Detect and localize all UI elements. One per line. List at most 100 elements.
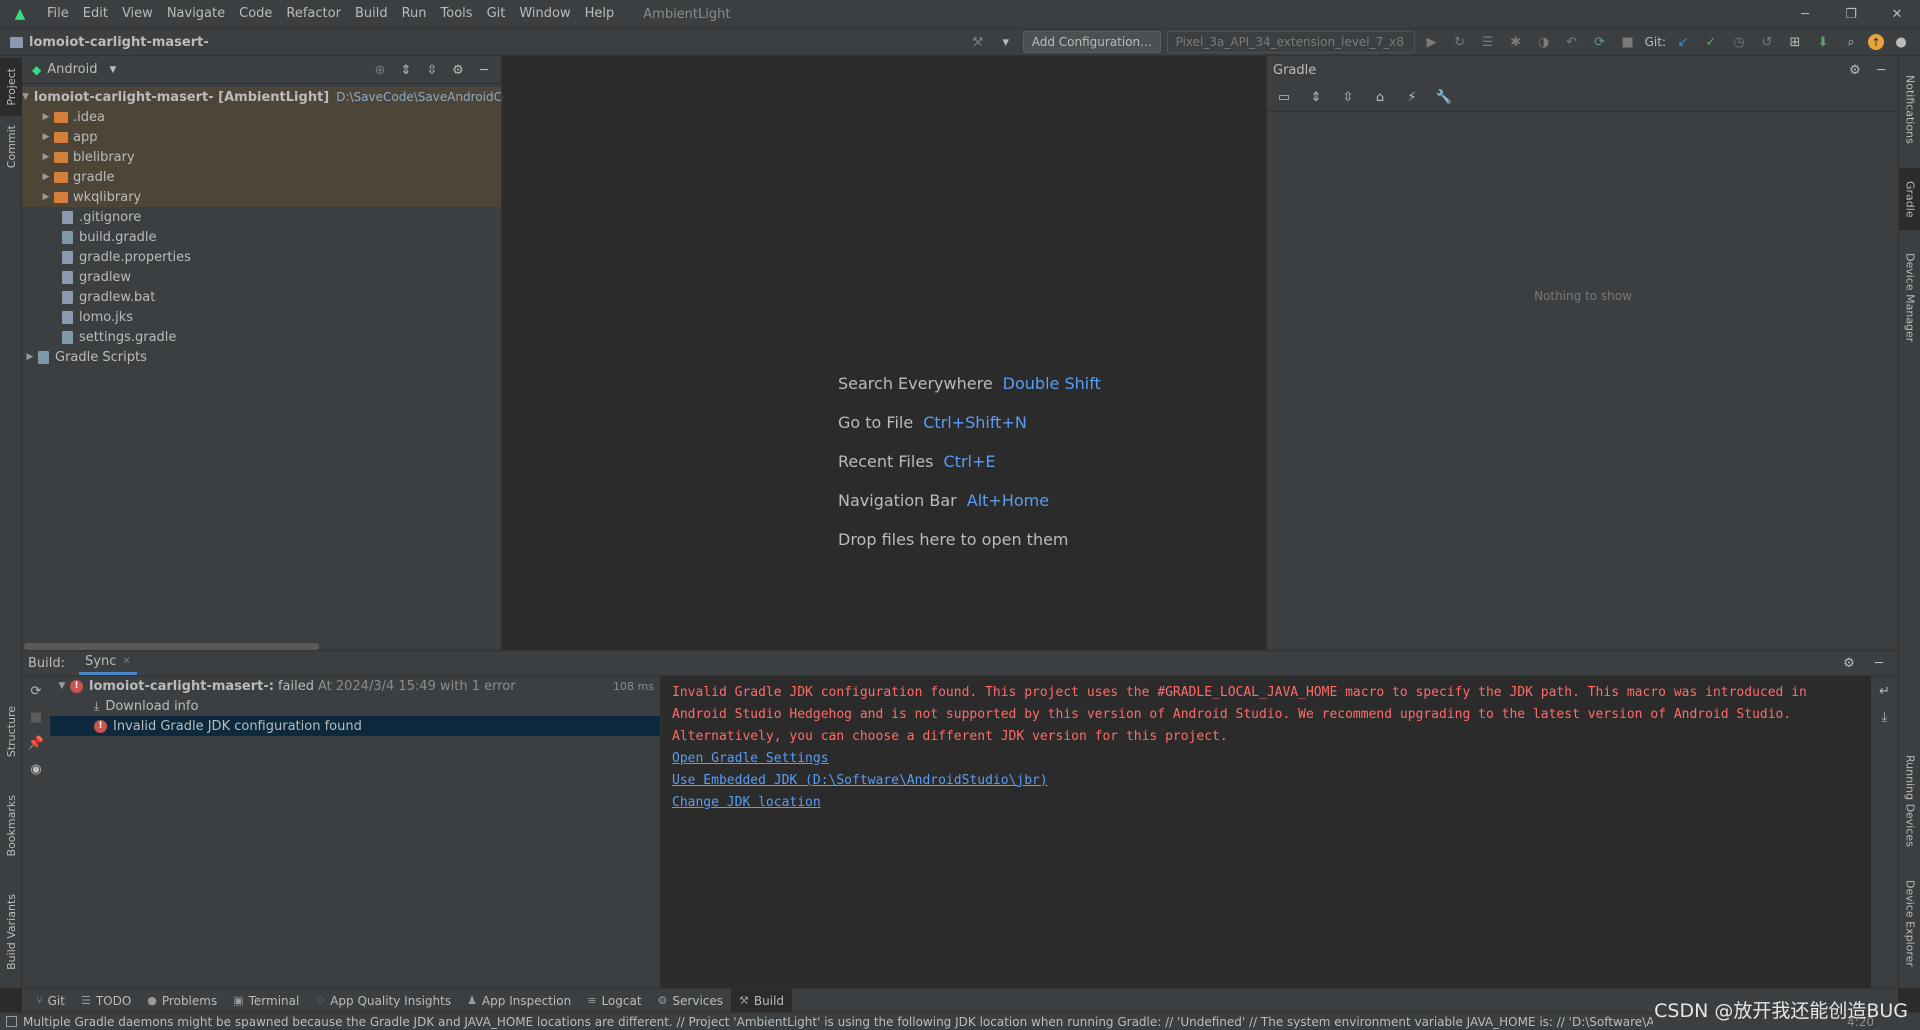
menu-tools[interactable]: Tools (434, 0, 480, 28)
offline-mode-icon[interactable]: ⚡ (1401, 87, 1423, 109)
device-manager-icon[interactable]: ⊞ (1784, 31, 1806, 53)
project-view-selector[interactable]: ◆ Android ▼ (32, 62, 116, 77)
menu-code[interactable]: Code (232, 0, 279, 28)
chevron-down-icon[interactable]: ▾ (995, 31, 1017, 53)
menu-view[interactable]: View (115, 0, 160, 28)
tab-running-devices[interactable]: Running Devices (1899, 746, 1920, 856)
tree-gradle-scripts[interactable]: ▶ Gradle Scripts (22, 347, 501, 367)
hide-icon[interactable]: ─ (1868, 652, 1890, 674)
chevron-down-icon[interactable]: ▼ (22, 92, 29, 102)
chevron-right-icon[interactable]: ▶ (22, 352, 38, 362)
account-icon[interactable]: ● (1890, 31, 1912, 53)
minimize-button[interactable]: ─ (1782, 0, 1828, 28)
tab-app-inspection[interactable]: ♟ App Inspection (459, 989, 579, 1013)
tree-file-gradlew[interactable]: gradlew (22, 267, 501, 287)
menu-refactor[interactable]: Refactor (279, 0, 348, 28)
locate-icon[interactable]: ⊕ (369, 59, 391, 81)
tree-folder-wkqlibrary[interactable]: ▶ wkqlibrary (22, 187, 501, 207)
git-rollback-icon[interactable]: ↺ (1756, 31, 1778, 53)
tab-build[interactable]: ⚒ Build (731, 988, 793, 1013)
horizontal-scrollbar[interactable] (24, 643, 319, 650)
tab-git[interactable]: ⑂ Git (28, 989, 73, 1013)
add-configuration-button[interactable]: Add Configuration... (1022, 31, 1161, 53)
attach-debugger-icon[interactable]: ↶ (1561, 31, 1583, 53)
menu-git[interactable]: Git (480, 0, 513, 28)
rerun-icon[interactable]: ↻ (1449, 31, 1471, 53)
menu-file[interactable]: File (40, 0, 76, 28)
tab-problems[interactable]: ● Problems (139, 989, 225, 1013)
hide-icon[interactable]: ─ (1870, 59, 1892, 81)
scroll-to-end-icon[interactable]: ⤓ (1875, 708, 1895, 726)
tab-structure[interactable]: Structure (0, 696, 22, 768)
tree-folder-gradle[interactable]: ▶ gradle (22, 167, 501, 187)
profile-icon[interactable]: ◑ (1533, 31, 1555, 53)
tree-file-gradle-properties[interactable]: gradle.properties (22, 247, 501, 267)
run-icon[interactable]: ▶ (1421, 31, 1443, 53)
chevron-right-icon[interactable]: ▶ (38, 152, 54, 162)
close-icon[interactable]: ✕ (122, 656, 130, 667)
tab-gradle[interactable]: Gradle (1899, 168, 1920, 230)
tab-device-explorer[interactable]: Device Explorer (1899, 868, 1920, 978)
tree-file-build-gradle[interactable]: build.gradle (22, 227, 501, 247)
stop-icon[interactable]: ■ (1617, 31, 1639, 53)
gear-icon[interactable]: ⚙ (1838, 652, 1860, 674)
tree-file-gitignore[interactable]: .gitignore (22, 207, 501, 227)
chevron-right-icon[interactable]: ▶ (38, 112, 54, 122)
tab-build-variants[interactable]: Build Variants (0, 882, 22, 982)
open-gradle-settings-link[interactable]: Open Gradle Settings (672, 747, 1861, 769)
debug-icon[interactable]: ✱ (1505, 31, 1527, 53)
pin-icon[interactable]: 📌 (26, 734, 46, 752)
git-update-icon[interactable]: ↙ (1672, 31, 1694, 53)
collapse-all-icon[interactable]: ⇳ (1337, 87, 1359, 109)
restore-button[interactable]: ❐ (1828, 0, 1874, 28)
menu-edit[interactable]: Edit (76, 0, 115, 28)
menu-window[interactable]: Window (512, 0, 577, 28)
chevron-right-icon[interactable]: ▶ (38, 132, 54, 142)
tab-bookmarks[interactable]: Bookmarks (0, 786, 22, 866)
tree-file-settings-gradle[interactable]: settings.gradle (22, 327, 501, 347)
apply-changes-icon[interactable]: ☰ (1477, 31, 1499, 53)
chevron-down-icon[interactable]: ▼ (54, 681, 70, 691)
tab-logcat[interactable]: ≡ Logcat (579, 989, 649, 1013)
sync-icon[interactable]: ⟳ (26, 682, 46, 700)
build-hammer-icon[interactable]: ⚒ (967, 31, 989, 53)
gear-icon[interactable]: ⚙ (1844, 59, 1866, 81)
device-selector[interactable]: Pixel_3a_API_34_extension_level_7_x8 (1166, 31, 1415, 53)
build-root-row[interactable]: ▼ ! lomoiot-carlight-masert-: failed At … (50, 676, 660, 696)
change-jdk-location-link[interactable]: Change JDK location (672, 791, 1861, 813)
execute-task-icon[interactable]: ▭ (1273, 87, 1295, 109)
sdk-manager-icon[interactable]: ⬇ (1812, 31, 1834, 53)
soft-wrap-icon[interactable]: ↵ (1875, 682, 1895, 700)
eye-icon[interactable]: ◉ (26, 760, 46, 778)
git-history-icon[interactable]: ◷ (1728, 31, 1750, 53)
close-button[interactable]: ✕ (1874, 0, 1920, 28)
tree-root[interactable]: ▼ lomoiot-carlight-masert- [AmbientLight… (22, 87, 528, 107)
menu-run[interactable]: Run (395, 0, 434, 28)
build-download-row[interactable]: ⤓ Download info (50, 696, 660, 716)
tree-folder-blelibrary[interactable]: ▶ blelibrary (22, 147, 501, 167)
gear-icon[interactable]: ⚙ (447, 59, 469, 81)
git-commit-icon[interactable]: ✓ (1700, 31, 1722, 53)
tree-folder-app[interactable]: ▶ app (22, 127, 501, 147)
sync-gradle-icon[interactable]: ⟳ (1589, 31, 1611, 53)
tree-file-gradlew-bat[interactable]: gradlew.bat (22, 287, 501, 307)
tree-file-lomo-jks[interactable]: lomo.jks (22, 307, 501, 327)
tool-windows-icon[interactable] (6, 1016, 17, 1027)
collapse-all-icon[interactable]: ⇳ (421, 59, 443, 81)
tab-commit[interactable]: Commit (0, 118, 22, 176)
expand-all-icon[interactable]: ⇕ (1305, 87, 1327, 109)
tab-app-quality-insights[interactable]: ♢ App Quality Insights (307, 989, 459, 1013)
update-icon[interactable]: ↑ (1868, 34, 1884, 50)
chevron-right-icon[interactable]: ▶ (38, 172, 54, 182)
breadcrumb[interactable]: lomoiot-carlight-masert- (0, 35, 209, 50)
chevron-right-icon[interactable]: ▶ (38, 192, 54, 202)
wrench-icon[interactable]: 🔧 (1433, 87, 1455, 109)
tab-terminal[interactable]: ▣ Terminal (225, 989, 307, 1013)
tab-device-manager[interactable]: Device Manager (1899, 244, 1920, 352)
tab-services[interactable]: ⚙ Services (650, 989, 731, 1013)
menu-build[interactable]: Build (348, 0, 395, 28)
tab-notifications[interactable]: Notifications (1899, 60, 1920, 158)
tab-sync[interactable]: Sync ✕ (79, 651, 137, 675)
use-embedded-jdk-link[interactable]: Use Embedded JDK (D:\Software\AndroidStu… (672, 769, 1861, 791)
build-error-row[interactable]: ! Invalid Gradle JDK configuration found (50, 716, 660, 736)
